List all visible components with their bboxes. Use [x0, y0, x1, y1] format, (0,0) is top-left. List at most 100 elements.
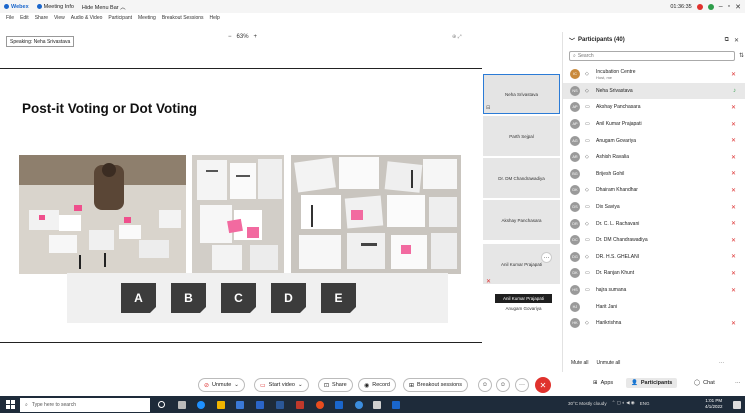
- more-icon[interactable]: ···: [735, 380, 741, 386]
- participant-row[interactable]: DS ▭ Dix Saviya ✕: [563, 199, 745, 216]
- menu-share[interactable]: Share: [35, 15, 48, 21]
- participant-row[interactable]: DK ▭ Dr. Ranjan Khunt ✕: [563, 265, 745, 282]
- task-view-icon[interactable]: [178, 401, 186, 409]
- settings-icon[interactable]: [373, 401, 381, 409]
- cortana-icon[interactable]: [158, 401, 165, 408]
- participants-button[interactable]: 👤 Participants: [626, 378, 678, 388]
- participant-row[interactable]: HJ Harit Jani: [563, 298, 745, 315]
- video-tile[interactable]: Parth Sejpal: [483, 116, 560, 156]
- chat-button[interactable]: ◯ Chat: [694, 380, 715, 386]
- file-explorer-icon[interactable]: [217, 401, 225, 409]
- hide-menu-bar-button[interactable]: Hide Menu Bar ︿: [82, 3, 126, 11]
- zoom-level[interactable]: 63%: [237, 34, 249, 40]
- popout-icon[interactable]: ⧉: [725, 37, 729, 44]
- menu-participant[interactable]: Participant: [108, 15, 132, 21]
- mic-muted-icon[interactable]: ✕: [731, 154, 736, 161]
- mic-active-icon[interactable]: ♪: [733, 88, 736, 94]
- mic-muted-icon[interactable]: ✕: [731, 104, 736, 111]
- collapse-chevron-icon[interactable]: ﹀: [569, 36, 575, 45]
- menu-file[interactable]: File: [6, 15, 14, 21]
- notifications-icon[interactable]: [733, 401, 741, 409]
- menu-breakout[interactable]: Breakout Sessions: [162, 15, 204, 21]
- participant-row[interactable]: DG ◇ DR. H.S. GHELANI ✕: [563, 249, 745, 266]
- mic-muted-icon[interactable]: ✕: [731, 237, 736, 244]
- mic-muted-icon[interactable]: ✕: [731, 287, 736, 294]
- video-tile[interactable]: Akshay Panchasara: [483, 200, 560, 240]
- mute-all-button[interactable]: Mute all: [571, 360, 589, 366]
- close-panel-icon[interactable]: ✕: [734, 37, 739, 44]
- end-meeting-button[interactable]: ✕: [535, 377, 551, 393]
- breakout-sessions-button[interactable]: ⊞ Breakout sessions: [403, 378, 468, 392]
- close-button[interactable]: ✕: [735, 3, 741, 11]
- app-icon[interactable]: [296, 401, 304, 409]
- menu-help[interactable]: Help: [210, 15, 220, 21]
- mail-icon[interactable]: [256, 401, 264, 409]
- participant-row[interactable]: DR ◇ Dr. C. L. Rachavani ✕: [563, 215, 745, 232]
- menu-audio-video[interactable]: Audio & Video: [71, 15, 103, 21]
- zoom-out-button[interactable]: −: [228, 34, 232, 40]
- share-view-controls[interactable]: ⊕ ⤢: [452, 34, 462, 40]
- unmute-button[interactable]: ⊘ Unmute ⌄: [198, 378, 245, 392]
- mic-muted-icon[interactable]: ✕: [731, 71, 736, 78]
- start-video-button[interactable]: ▭ Start video ⌄: [254, 378, 309, 392]
- mic-muted-icon[interactable]: ✕: [731, 121, 736, 128]
- webex-taskbar-icon[interactable]: [335, 401, 343, 409]
- mic-muted-icon[interactable]: ✕: [731, 320, 736, 327]
- video-tile[interactable]: Dr. DM Chandrawadiya: [483, 158, 560, 198]
- word-icon[interactable]: [276, 401, 284, 409]
- participant-row[interactable]: DK ◇ Dhairam Khandhar ✕: [563, 182, 745, 199]
- apps-button[interactable]: ⊞ Apps: [593, 380, 613, 386]
- taskbar-search-input[interactable]: ⌕ Type here to search: [20, 398, 150, 412]
- store-icon[interactable]: [236, 401, 244, 409]
- menu-meeting[interactable]: Meeting: [138, 15, 156, 21]
- chevron-down-icon[interactable]: ⌄: [298, 382, 303, 388]
- participant-search-input[interactable]: ⌕ Search: [569, 51, 735, 61]
- more-options-icon[interactable]: ···: [515, 378, 529, 392]
- mic-muted-icon[interactable]: ✕: [731, 270, 736, 277]
- participant-row[interactable]: AP ▭ Anil Kumar Prajapati ✕: [563, 116, 745, 133]
- mic-muted-icon[interactable]: ✕: [731, 204, 736, 211]
- mic-muted-icon[interactable]: ✕: [731, 220, 736, 227]
- record-button[interactable]: ◉ Record: [358, 378, 396, 392]
- participant-row[interactable]: AP ▭ Akshay Panchasara ✕: [563, 99, 745, 116]
- windows-start-icon[interactable]: [6, 400, 15, 409]
- maximize-icon[interactable]: ▫: [728, 3, 730, 10]
- tray-icons[interactable]: ⌃ ▢ ◐ ◀ ◉: [612, 400, 635, 406]
- video-tile[interactable]: Anil Kumar Prajapati: [483, 244, 560, 284]
- mic-muted-icon[interactable]: ✕: [731, 170, 736, 177]
- participant-row[interactable]: AR ◇ Ashish Ravalia ✕: [563, 149, 745, 166]
- participant-row[interactable]: BG Brijesh Gohil ✕: [563, 166, 745, 183]
- participant-row[interactable]: AG ▭ Anugam Govariya ✕: [563, 132, 745, 149]
- weather-widget[interactable]: 30°C Mostly cloudy: [568, 401, 607, 406]
- menu-view[interactable]: View: [54, 15, 65, 21]
- zoom-in-button[interactable]: +: [254, 34, 258, 40]
- menu-edit[interactable]: Edit: [20, 15, 29, 21]
- more-options-icon[interactable]: ···: [541, 252, 552, 263]
- reactions-icon[interactable]: ☺: [478, 378, 492, 392]
- emoji-icon[interactable]: ☺: [496, 378, 510, 392]
- share-button[interactable]: ⊡ Share: [318, 378, 353, 392]
- chrome-icon[interactable]: [316, 401, 324, 409]
- mic-muted-icon[interactable]: ✕: [731, 253, 736, 260]
- participants-header[interactable]: ﹀ Participants (40) ⧉ ✕: [569, 35, 739, 45]
- app-icon[interactable]: [355, 401, 363, 409]
- meeting-info-button[interactable]: Meeting Info: [36, 4, 74, 10]
- video-tile[interactable]: Neha Srivastava ⊟: [483, 74, 560, 114]
- participant-row[interactable]: HK ◇ Harikrishna ✕: [563, 315, 745, 332]
- participant-row[interactable]: NS ◇ Neha Srivastava ♪: [563, 82, 745, 100]
- mic-muted-icon[interactable]: ✕: [731, 187, 736, 194]
- sort-icon[interactable]: ⇅: [739, 52, 744, 59]
- webex-menu[interactable]: Webex: [4, 4, 29, 10]
- language-indicator[interactable]: ENG: [640, 401, 650, 406]
- unmute-all-button[interactable]: Unmute all: [597, 360, 621, 366]
- edge-icon[interactable]: [197, 401, 205, 409]
- participant-row[interactable]: DC ▭ Dr. DM Chandrawadiya ✕: [563, 232, 745, 249]
- mic-muted-icon[interactable]: ✕: [731, 137, 736, 144]
- app-icon[interactable]: [392, 401, 400, 409]
- participant-row[interactable]: HS ▭ hajra sumana ✕: [563, 282, 745, 299]
- more-icon[interactable]: ···: [719, 360, 724, 366]
- minimize-button[interactable]: –: [719, 3, 723, 10]
- participant-row[interactable]: IC ◇ Incubation Centre Host, me ✕: [563, 66, 745, 83]
- taskbar-clock[interactable]: 1:01 PM 4/1/2022: [705, 398, 723, 410]
- chevron-down-icon[interactable]: ⌄: [234, 382, 239, 388]
